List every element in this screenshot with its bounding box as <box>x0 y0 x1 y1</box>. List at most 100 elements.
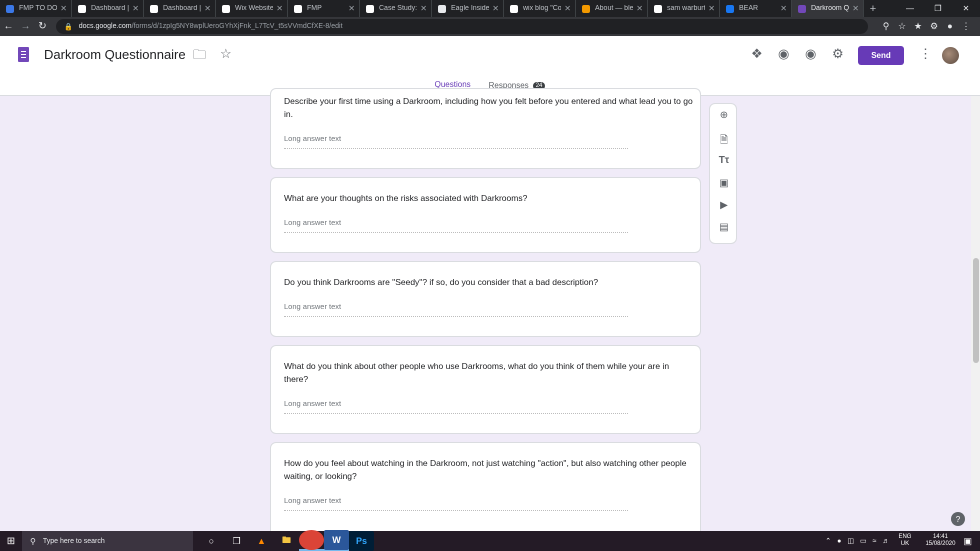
browser-tab[interactable]: BEAR ✕ <box>720 0 792 17</box>
tab-favicon-icon <box>798 4 806 13</box>
tab-close-icon[interactable]: ✕ <box>492 4 499 13</box>
chrome-icon[interactable] <box>299 530 324 551</box>
browser-tab[interactable]: Wix Website E✕ <box>216 0 288 17</box>
question-title[interactable]: What are your thoughts on the risks asso… <box>284 192 694 205</box>
clock[interactable]: 14:41 15/08/2020 <box>925 534 955 548</box>
addon-puzzle-icon[interactable]: ❖ <box>751 46 763 62</box>
preview-eye-icon[interactable]: ◉ <box>805 46 816 62</box>
help-icon[interactable]: ? <box>951 512 965 526</box>
lang-bottom: UK <box>900 541 910 547</box>
add-question-icon[interactable]: ⊕ <box>710 110 738 121</box>
tab-close-icon[interactable]: ✕ <box>780 4 787 13</box>
url-host: docs.google.com <box>78 23 132 30</box>
question-title[interactable]: What do you think about other people who… <box>284 360 694 386</box>
tab-close-icon[interactable]: ✕ <box>420 4 427 13</box>
task-view-icon[interactable]: ❐ <box>224 531 249 551</box>
address-bar[interactable]: 🔒 docs.google.com /forms/d/1zpIg5NY8wplU… <box>56 19 868 34</box>
question-card[interactable]: How do you feel about watching in the Da… <box>270 442 701 537</box>
notification-center-icon[interactable]: ▣ <box>963 536 972 547</box>
vlc-icon[interactable]: ▲ <box>249 531 274 551</box>
question-card[interactable]: What do you think about other people who… <box>270 345 701 434</box>
tab-close-icon[interactable]: ✕ <box>708 4 715 13</box>
import-questions-icon[interactable]: 🗎 <box>710 133 738 150</box>
cortana-icon[interactable]: ○ <box>199 531 224 551</box>
tab-title: Wix Website E <box>235 5 274 12</box>
file-explorer-icon[interactable]: 🖿 <box>274 531 299 551</box>
forms-header: Darkroom Questionnaire 🗀 ☆ ❖ ◉ ◉ ⚙ Send … <box>0 36 980 96</box>
form-title[interactable]: Darkroom Questionnaire <box>44 47 186 62</box>
palette-icon[interactable]: ◉ <box>778 46 789 62</box>
browser-tab[interactable]: Case Study: A✕ <box>360 0 432 17</box>
settings-gear-icon[interactable]: ⚙ <box>832 46 844 62</box>
windows-start-icon[interactable]: ⊞ <box>0 536 22 547</box>
forward-icon[interactable]: → <box>17 21 34 32</box>
question-card[interactable]: What are your thoughts on the risks asso… <box>270 177 701 253</box>
new-tab-icon[interactable]: + <box>864 0 882 17</box>
tab-title: sam warburtor <box>667 5 705 12</box>
clock-date: 15/08/2020 <box>925 541 956 547</box>
tab-close-icon[interactable]: ✕ <box>636 4 643 13</box>
tray-network-icon[interactable]: ◫ <box>847 537 854 545</box>
tray-app-icon[interactable]: ● <box>837 538 841 545</box>
add-image-icon[interactable]: ▣ <box>710 178 738 189</box>
tab-close-icon[interactable]: ✕ <box>204 4 211 13</box>
add-video-icon[interactable]: ▶ <box>710 200 738 211</box>
windows-taskbar: ⊞ ⚲ Type here to search ○ ❐ ▲ 🖿 W Ps ⌃ ●… <box>0 530 980 551</box>
browser-tab[interactable]: FMP TO DO LI✕ <box>0 0 72 17</box>
profile-icon[interactable]: ● <box>942 21 958 32</box>
browser-tab[interactable]: FMP ✕ <box>288 0 360 17</box>
bookmark-star-icon[interactable]: ☆ <box>894 21 910 32</box>
extension-icon[interactable]: ★ <box>910 21 926 32</box>
tab-close-icon[interactable]: ✕ <box>60 4 67 13</box>
tray-volume-icon[interactable]: ♬ <box>882 538 889 545</box>
word-icon[interactable]: W <box>324 530 349 551</box>
scrollbar-thumb[interactable] <box>973 258 979 363</box>
tab-close-icon[interactable]: ✕ <box>564 4 571 13</box>
reload-icon[interactable]: ↻ <box>34 21 51 32</box>
star-icon[interactable]: ☆ <box>220 46 232 62</box>
tab-favicon-icon <box>726 4 734 13</box>
add-title-icon[interactable]: Tτ <box>710 155 738 166</box>
browser-tab[interactable]: Darkroom Qu ✕ <box>792 0 864 17</box>
tab-close-icon[interactable]: ✕ <box>348 4 355 13</box>
tab-favicon-icon <box>294 4 302 13</box>
more-options-icon[interactable]: ⋮ <box>919 46 932 62</box>
add-section-icon[interactable]: ▤ <box>710 222 738 233</box>
browser-tab[interactable]: wix blog "Com✕ <box>504 0 576 17</box>
tab-favicon-icon <box>222 4 230 13</box>
search-icon: ⚲ <box>30 536 36 546</box>
google-forms-logo-icon[interactable] <box>18 47 29 62</box>
photoshop-icon[interactable]: Ps <box>349 531 374 551</box>
input-language[interactable]: ENG UK <box>898 534 911 548</box>
browser-tab[interactable]: Dashboard | W✕ <box>144 0 216 17</box>
taskbar-search[interactable]: ⚲ Type here to search <box>22 531 193 551</box>
tray-wifi-icon[interactable]: ≈ <box>873 538 877 545</box>
browser-tab[interactable]: About — blen ✕ <box>576 0 648 17</box>
menu-dots-icon[interactable]: ⋮ <box>958 21 974 32</box>
question-title[interactable]: Describe your first time using a Darkroo… <box>284 95 694 121</box>
restore-icon[interactable]: ❐ <box>924 0 952 17</box>
question-card[interactable]: Do you think Darkrooms are "Seedy"? if s… <box>270 261 701 337</box>
tab-favicon-icon <box>6 4 14 13</box>
send-button[interactable]: Send <box>858 46 904 65</box>
question-title[interactable]: Do you think Darkrooms are "Seedy"? if s… <box>284 276 694 289</box>
question-title[interactable]: How do you feel about watching in the Da… <box>284 457 694 483</box>
tray-chevron-icon[interactable]: ⌃ <box>825 537 831 545</box>
zoom-icon[interactable]: ⚲ <box>878 21 894 32</box>
tab-close-icon[interactable]: ✕ <box>852 4 859 13</box>
tray-battery-icon[interactable]: ▭ <box>860 537 867 545</box>
browser-tab[interactable]: Eagle Inside T✕ <box>432 0 504 17</box>
close-window-icon[interactable]: ✕ <box>952 0 980 17</box>
tab-favicon-icon <box>582 4 590 13</box>
puzzle-icon[interactable]: ⚙ <box>926 21 942 32</box>
question-card[interactable]: Describe your first time using a Darkroo… <box>270 88 701 169</box>
tab-close-icon[interactable]: ✕ <box>132 4 139 13</box>
long-answer-placeholder: Long answer text <box>284 399 628 414</box>
tab-close-icon[interactable]: ✕ <box>276 4 283 13</box>
browser-tab[interactable]: sam warburtor✕ <box>648 0 720 17</box>
back-icon[interactable]: ← <box>0 21 17 32</box>
avatar[interactable] <box>942 47 959 64</box>
folder-icon[interactable]: 🗀 <box>193 46 206 68</box>
browser-tab[interactable]: Dashboard | W✕ <box>72 0 144 17</box>
minimize-icon[interactable]: — <box>896 0 924 17</box>
